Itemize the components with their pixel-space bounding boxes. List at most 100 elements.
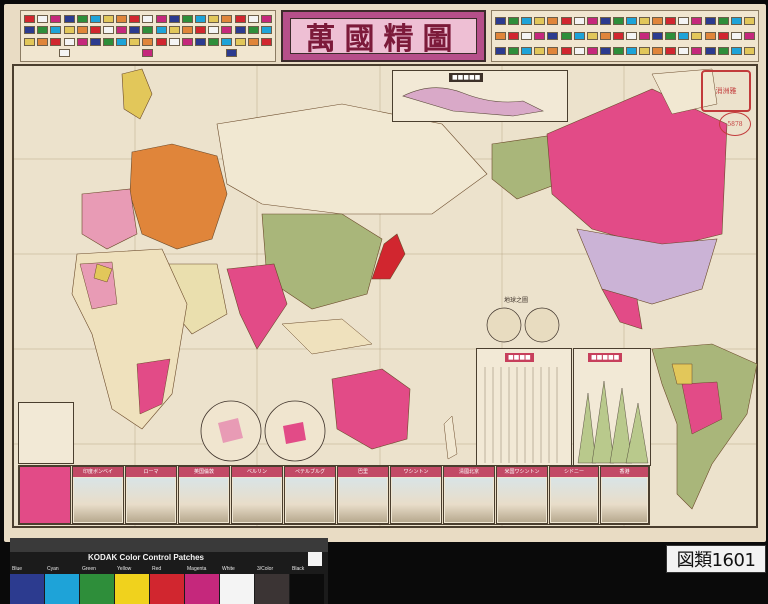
flag-icon [63, 14, 75, 23]
color-patch-label: Red [152, 566, 162, 572]
flag-icon [639, 47, 651, 56]
flag-icon [129, 26, 141, 35]
flag-icon [586, 31, 598, 40]
city-view-scene [180, 478, 228, 522]
flag-icon [508, 31, 520, 40]
kodak-ruler [10, 538, 328, 552]
flag-icon [116, 37, 128, 46]
kodak-logo-icon [308, 552, 322, 566]
map-title: 萬國精圖 [290, 18, 477, 57]
flag-icon [59, 49, 71, 58]
library-stamp-number: 5878 [719, 112, 751, 136]
city-view-scene [339, 478, 387, 522]
city-view-label: 印度ボンベイ [73, 467, 123, 477]
flag-icon [208, 26, 220, 35]
flag-icon [260, 37, 272, 46]
flag-icon [691, 31, 703, 40]
flag-icon [89, 37, 101, 46]
flag-icon [181, 14, 193, 23]
flag-icon [678, 16, 690, 25]
flag-icon [717, 31, 729, 40]
flag-icon [76, 26, 88, 35]
flag-icon [612, 31, 624, 40]
color-patch [290, 574, 324, 604]
city-view-panel: 清國北京 [443, 466, 495, 524]
city-view-scene [602, 478, 647, 522]
flag-icon [37, 37, 49, 46]
flag-icon [89, 14, 101, 23]
city-view-scene [392, 478, 440, 522]
flag-icon [37, 26, 49, 35]
flag-icon [625, 31, 637, 40]
flag-icon [678, 47, 690, 56]
flag-icon [234, 37, 246, 46]
flag-icon [142, 49, 154, 58]
flag-icon [586, 16, 598, 25]
city-view-panel: 香港 [600, 466, 649, 524]
flag-icon [521, 16, 533, 25]
flag-icon [142, 14, 154, 23]
flag-icon [234, 26, 246, 35]
title-cartouche: 萬國精圖 [281, 10, 486, 62]
city-view-label: ローマ [126, 467, 176, 477]
flag-icon [508, 16, 520, 25]
city-view-panel: 巴里 [337, 466, 389, 524]
flag-icon [195, 37, 207, 46]
city-view-panel: 英国倫敦 [178, 466, 230, 524]
flag-icon [247, 14, 259, 23]
flag-icon [743, 31, 755, 40]
flag-icon [155, 14, 167, 23]
strip-cover-panel [19, 466, 71, 524]
color-patch-label: Blue [12, 566, 23, 572]
mountains-inset: ■■■■■ [573, 348, 651, 466]
flag-icon [730, 47, 742, 56]
flag-icon [743, 47, 755, 56]
flag-icon [586, 47, 598, 56]
city-views-strip: 印度ボンベイ ローマ 英国倫敦 ベルリン ペテルブルグ 巴里 ワシントン 清國北… [18, 465, 650, 525]
flag-icon [547, 47, 559, 56]
statistics-title: ■■■■ [505, 353, 534, 362]
flag-icon [37, 14, 49, 23]
kodak-color-card: KODAK Color Control Patches Blue Cyan Gree… [10, 538, 328, 604]
city-view-label: 巴里 [338, 467, 388, 477]
flag-icon [50, 26, 62, 35]
flag-icon [225, 49, 237, 58]
flag-icon [129, 37, 141, 46]
flag-icon [612, 16, 624, 25]
flag-icon [155, 26, 167, 35]
flag-icon [260, 26, 272, 35]
flag-icon [547, 16, 559, 25]
flag-icon [24, 37, 36, 46]
color-patch [45, 574, 79, 604]
flag-icon [247, 37, 259, 46]
flag-icon [704, 31, 716, 40]
color-patch [10, 574, 44, 604]
flag-icon [76, 14, 88, 23]
flag-icon [24, 14, 36, 23]
flag-icon [573, 31, 585, 40]
flag-icon [181, 37, 193, 46]
flag-icon [652, 47, 664, 56]
flag-icon [639, 31, 651, 40]
flag-icon [730, 31, 742, 40]
flag-strip-left [20, 10, 276, 62]
flag-icon [168, 37, 180, 46]
flag-icon [260, 14, 272, 23]
city-view-label: ペテルブルグ [285, 467, 335, 477]
flag-icon [195, 14, 207, 23]
flag-icon [76, 37, 88, 46]
flag-icon [103, 37, 115, 46]
flag-icon [704, 47, 716, 56]
flag-icon [142, 26, 154, 35]
color-patch-label: White [222, 566, 235, 572]
flag-icon [50, 37, 62, 46]
flag-icon [521, 47, 533, 56]
city-view-panel: ベルリン [231, 466, 283, 524]
flag-icon [625, 16, 637, 25]
flag-icon [599, 47, 611, 56]
city-view-label: ベルリン [232, 467, 282, 477]
flag-icon [234, 14, 246, 23]
city-view-panel: シドニー [549, 466, 599, 524]
flag-strip-right [491, 10, 759, 62]
flag-icon [665, 16, 677, 25]
